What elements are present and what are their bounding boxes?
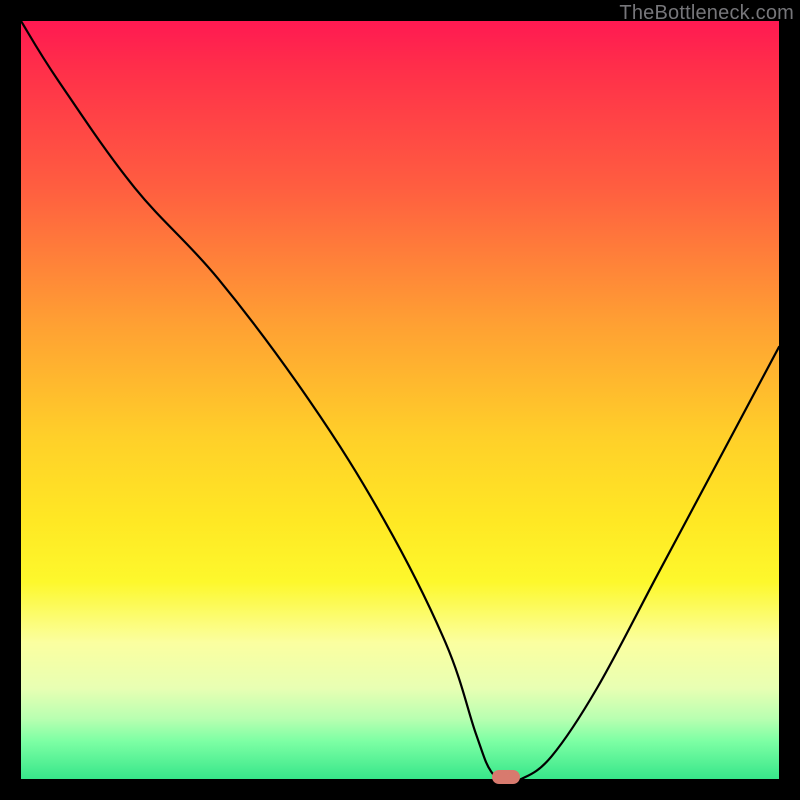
optimal-marker — [492, 770, 520, 784]
watermark-text: TheBottleneck.com — [619, 2, 794, 25]
bottleneck-curve — [21, 21, 779, 779]
curve-path — [21, 21, 779, 779]
plot-area — [21, 21, 779, 779]
chart-frame: TheBottleneck.com — [0, 0, 800, 800]
